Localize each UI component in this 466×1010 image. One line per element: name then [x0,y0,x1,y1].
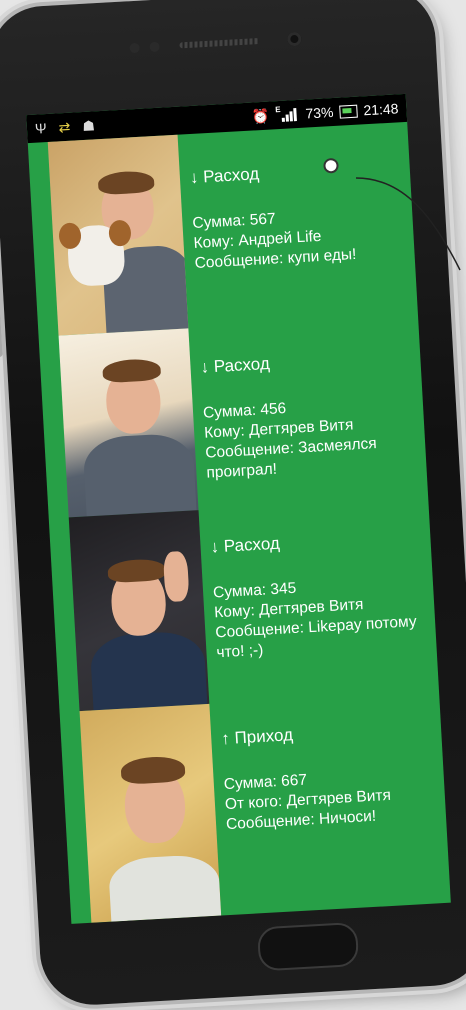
transaction-item[interactable]: ↓ Расход Сумма: 456 Кому: Дегтярев Витя … [39,316,429,519]
contact-photo [58,328,199,518]
android-debug-icon: ☗ [81,117,96,135]
network-type-label: E [274,104,281,115]
contact-photo [79,703,222,923]
status-time: 21:48 [362,100,399,119]
transaction-details: ↑ Приход Сумма: 667 От кого: Дегтярев Ви… [221,717,443,835]
transaction-type: Расход [223,533,281,556]
transaction-item[interactable]: ↓ Расход Сумма: 567 Кому: Андрей Life Со… [28,122,418,337]
sim-transfer-icon: ⇄ [58,118,71,136]
transaction-type: Расход [202,164,260,187]
transaction-details: ↓ Расход Сумма: 567 Кому: Андрей Life Со… [189,156,411,274]
signal-icon: E [274,104,300,122]
transaction-details: ↓ Расход Сумма: 345 Кому: Дегтярев Витя … [210,525,433,663]
transaction-list[interactable]: ↓ Расход Сумма: 567 Кому: Андрей Life Со… [28,122,451,924]
alarm-clock-icon: ⏰ [251,107,270,125]
arrow-down-icon: ↓ [200,357,210,377]
battery-icon [339,104,358,119]
arrow-down-icon: ↓ [210,537,220,557]
contact-photo [68,510,210,712]
transaction-heading: ↑ Приход [221,717,438,749]
usb-icon: Ψ [34,120,48,137]
status-left-icons: Ψ ⇄ ☗ [34,117,96,137]
arrow-down-icon: ↓ [189,167,199,188]
transaction-item[interactable]: ↑ Приход Сумма: 667 От кого: Дегтярев Ви… [60,691,451,924]
transaction-heading: ↓ Расход [210,525,427,557]
transaction-heading: ↓ Расход [189,156,406,188]
status-right-icons: ⏰ E 73% 21:48 [252,100,399,124]
home-button[interactable] [256,921,360,972]
transaction-type: Приход [234,725,294,748]
app-screen: Ψ ⇄ ☗ ⏰ E 73% 21:48 ↓ Расход Сумма: 567 … [26,93,451,924]
contact-photo [47,134,189,336]
arrow-up-icon: ↑ [220,728,231,749]
transaction-heading: ↓ Расход [200,346,417,378]
transaction-item[interactable]: ↓ Расход Сумма: 345 Кому: Дегтярев Витя … [49,497,439,712]
phone-frame: Ψ ⇄ ☗ ⏰ E 73% 21:48 ↓ Расход Сумма: 567 … [0,0,466,1008]
battery-percent: 73% [305,103,334,122]
transaction-details: ↓ Расход Сумма: 456 Кому: Дегтярев Витя … [200,346,423,484]
transaction-type: Расход [213,353,271,377]
